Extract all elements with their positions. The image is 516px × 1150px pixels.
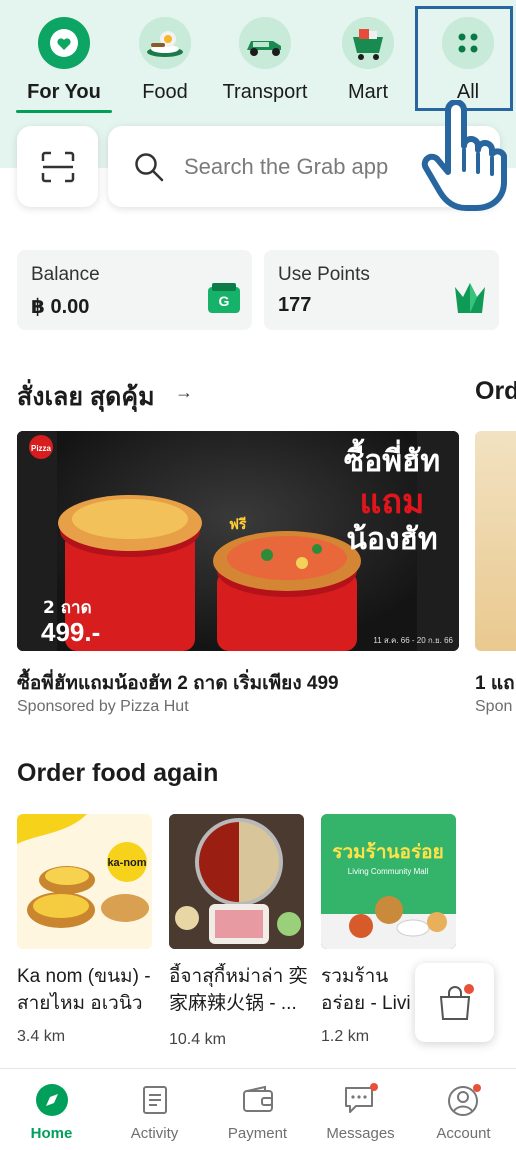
nav-label: Home xyxy=(30,1125,73,1142)
promo-sponsor-next: Spon xyxy=(475,698,513,715)
restaurant-distance: 10.4 km xyxy=(169,1031,226,1048)
wallet-icon xyxy=(241,1081,275,1119)
compass-icon xyxy=(35,1081,69,1119)
search-placeholder: Search the Grab app xyxy=(184,153,389,179)
promo-title-next[interactable]: 1 แถ xyxy=(475,668,515,698)
next-section-title: Ord xyxy=(475,377,516,405)
banner-headline-1: ซื้อพี่ฮัท xyxy=(344,438,440,479)
tab-label: Food xyxy=(142,81,188,103)
svg-text:G: G xyxy=(219,293,230,309)
order-again-title: Order food again xyxy=(17,759,219,787)
nav-activity[interactable]: Activity xyxy=(103,1069,206,1150)
search-icon xyxy=(135,152,164,181)
car-icon xyxy=(239,17,291,69)
tab-transport[interactable]: Transport xyxy=(215,14,315,114)
restaurant-name-kanom[interactable]: Ka nom (ขนม) - สายไหม อเวนิว xyxy=(17,963,157,1017)
svg-text:Pizza: Pizza xyxy=(31,444,52,453)
scan-qr-button[interactable] xyxy=(17,126,98,207)
restaurant-distance: 1.2 km xyxy=(321,1028,370,1045)
nav-label: Account xyxy=(436,1125,491,1142)
shopping-bag-icon xyxy=(439,983,474,1020)
points-card[interactable]: Use Points 177 xyxy=(264,250,499,330)
banner-price: 499.- xyxy=(41,617,100,647)
tab-for-you[interactable]: For You xyxy=(14,14,114,114)
ruamran-banner-sub: Living Community Mall xyxy=(348,867,429,876)
tab-food[interactable]: Food xyxy=(115,14,215,114)
nav-payment[interactable]: Payment xyxy=(206,1069,309,1150)
nav-home[interactable]: Home xyxy=(0,1069,103,1150)
restaurant-name-ruamran[interactable]: รวมร้าน อร่อย - Livi xyxy=(321,963,417,1017)
balance-card[interactable]: Balance ฿ 0.00 G xyxy=(17,250,252,330)
pizza-banner-image: Pizza ซื้อพี่ฮัท แถม น้องฮัท ฟรี 2 ถาด 4… xyxy=(17,431,459,651)
kanom-logo-text: ka-nom xyxy=(107,857,146,869)
tab-label: Mart xyxy=(348,81,388,103)
all-tab-highlight-box xyxy=(415,6,513,111)
restaurant-distance: 3.4 km xyxy=(17,1028,66,1045)
banner-date: 11 ส.ค. 66 - 20 ก.ย. 66 xyxy=(373,636,453,645)
promo-sponsor: Sponsored by Pizza Hut xyxy=(17,698,189,715)
food-plate-icon xyxy=(139,17,191,69)
tab-label: For You xyxy=(27,81,101,103)
crown-icon xyxy=(453,281,487,318)
banner-headline-2: แถม xyxy=(360,482,425,522)
tab-label: Transport xyxy=(222,81,308,103)
heart-icon xyxy=(38,17,90,69)
account-icon xyxy=(446,1081,482,1119)
balance-value: ฿ 0.00 xyxy=(31,296,90,318)
banner-free-label: ฟรี xyxy=(229,517,247,533)
chat-icon xyxy=(343,1081,379,1119)
banner-price-prefix: 2 ถาด xyxy=(43,598,92,618)
promo-section-title: สั่งเลย สุดคุ้ม xyxy=(17,383,155,411)
ruamran-banner-text: รวมร้านอร่อย xyxy=(332,841,443,863)
pointing-hand-icon xyxy=(421,100,507,211)
restaurant-image-kanom[interactable]: ka-nom xyxy=(17,814,152,949)
promo-title[interactable]: ซื้อพี่ฮัทแถมน้องฮัท 2 ถาด เริ่มเพียง 49… xyxy=(17,668,339,698)
tab-mart[interactable]: Mart xyxy=(318,14,418,114)
nav-label: Payment xyxy=(227,1125,288,1142)
receipt-icon xyxy=(138,1081,172,1119)
nav-messages[interactable]: Messages xyxy=(309,1069,412,1150)
arrow-right-icon[interactable]: → xyxy=(172,380,196,404)
promo-banner-pizza[interactable]: Pizza ซื้อพี่ฮัท แถม น้องฮัท ฟรี 2 ถาด 4… xyxy=(17,431,459,651)
nav-account[interactable]: Account xyxy=(412,1069,515,1150)
grabpay-icon: G xyxy=(208,283,240,318)
nav-label: Activity xyxy=(130,1125,179,1142)
banner-headline-3: น้องฮัท xyxy=(346,522,437,557)
scan-icon xyxy=(41,151,74,182)
basket-button[interactable] xyxy=(415,963,494,1042)
nav-label: Messages xyxy=(326,1125,395,1142)
bottom-navigation: Home Activity Payment Messages Account xyxy=(0,1068,516,1150)
promo-banner-next[interactable] xyxy=(475,431,516,651)
balance-label: Balance xyxy=(31,264,100,285)
cart-icon xyxy=(342,17,394,69)
restaurant-name-hotpot[interactable]: อี้จาสุกี้หม่าล่า 奕 家麻辣火锅 - ... xyxy=(169,963,309,1017)
restaurant-image-hotpot[interactable] xyxy=(169,814,304,949)
active-tab-indicator xyxy=(16,110,112,113)
restaurant-image-ruamran[interactable]: รวมร้านอร่อย Living Community Mall xyxy=(321,814,456,949)
